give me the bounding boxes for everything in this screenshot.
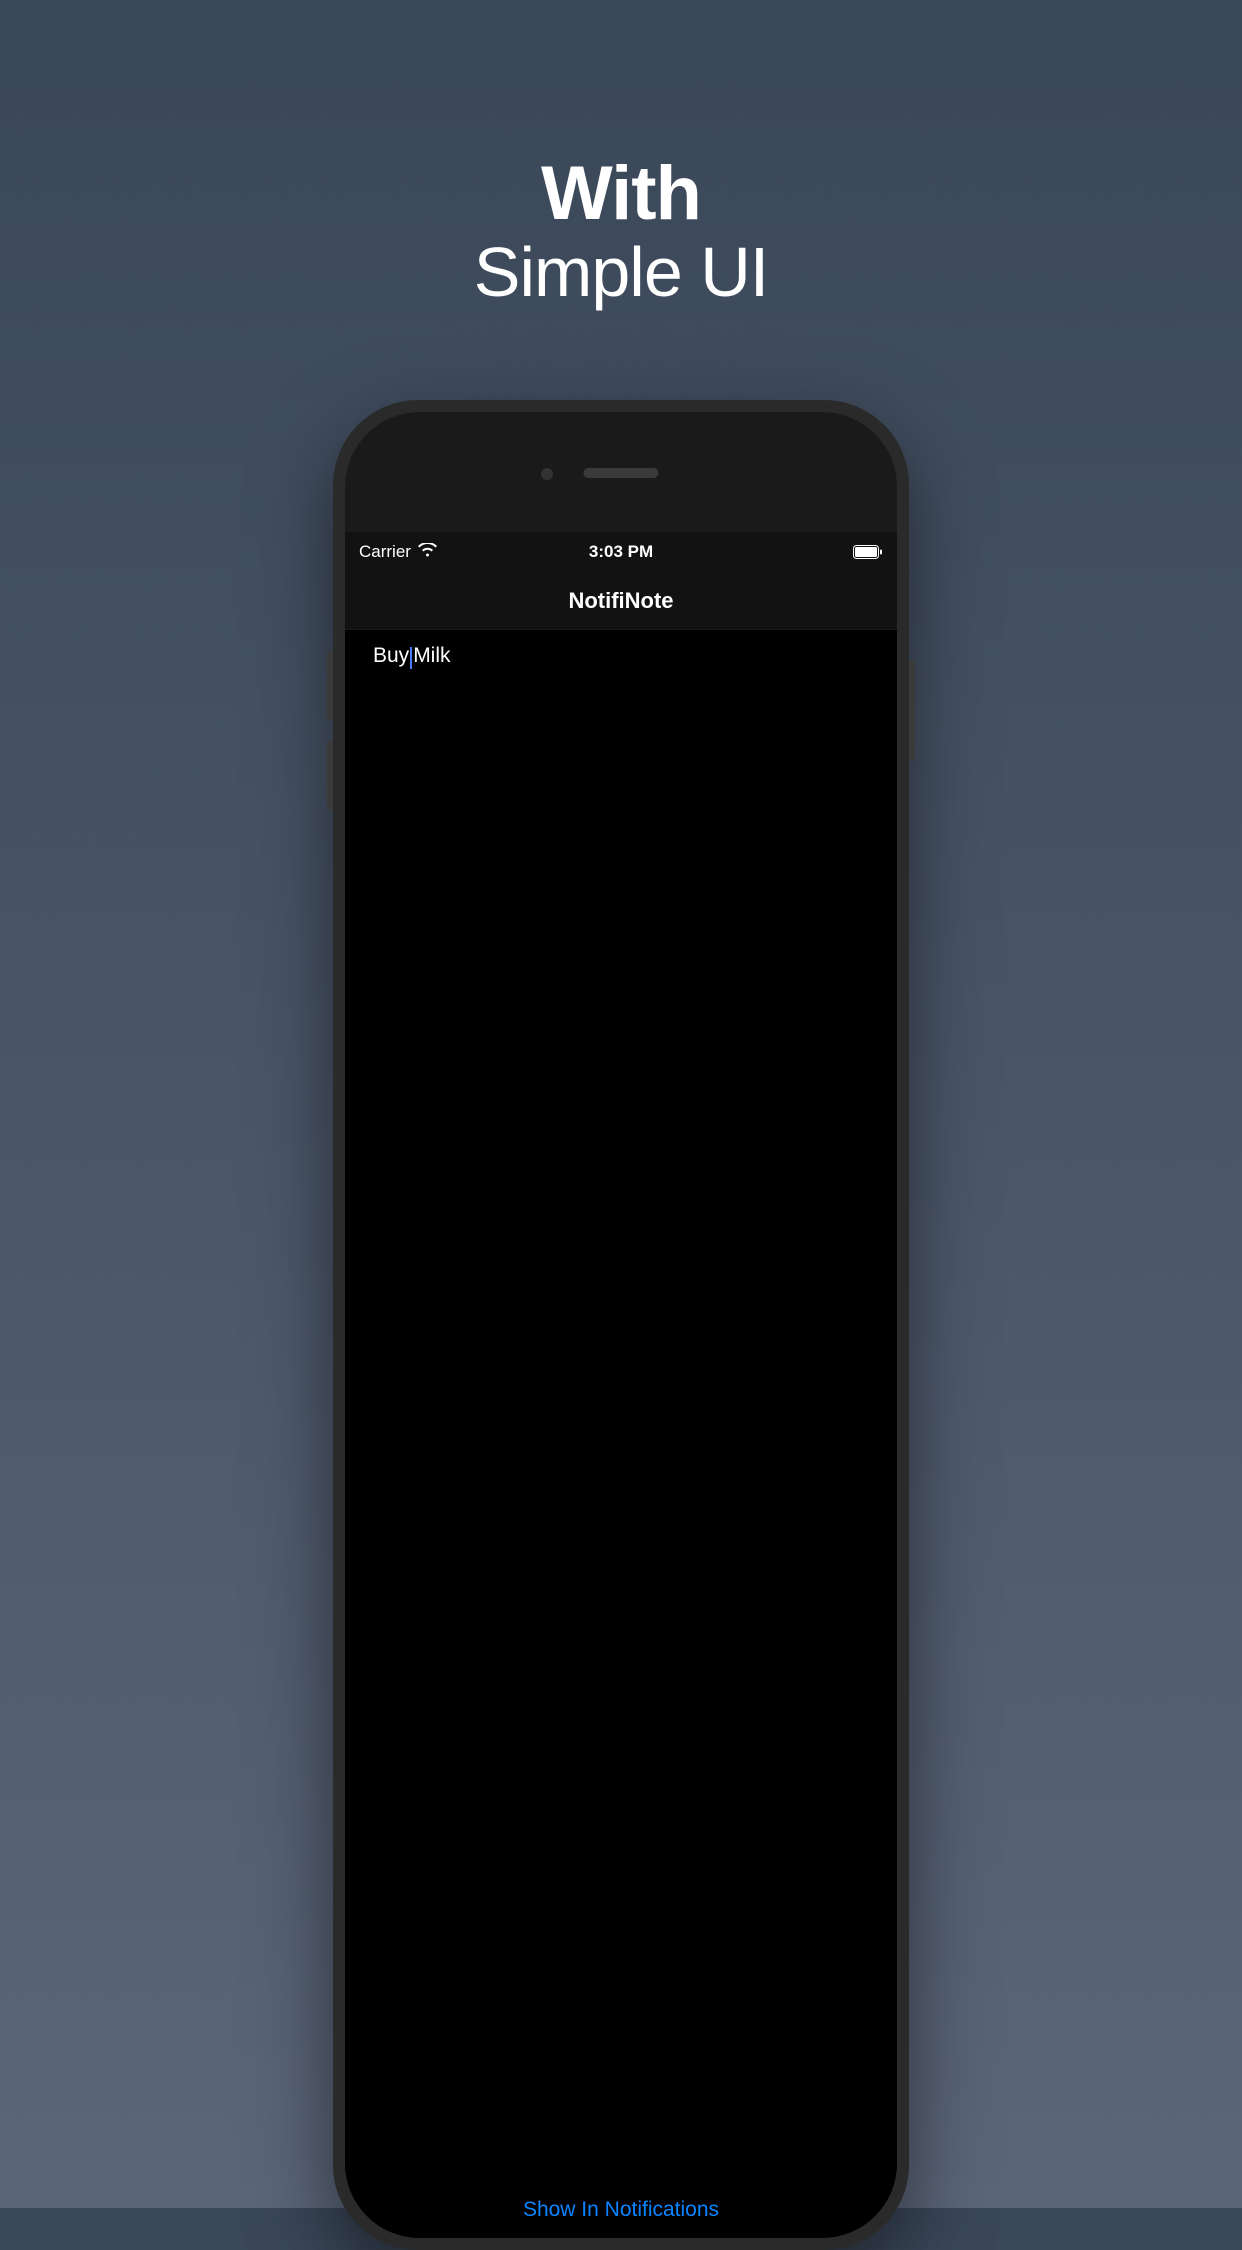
phone-frame: Carrier 3:03 PM	[333, 400, 909, 2250]
status-bar-left: Carrier	[359, 542, 437, 562]
power-button	[909, 660, 915, 760]
note-text-before: Buy	[373, 644, 409, 667]
marketing-subtitle: Simple UI	[474, 232, 768, 312]
carrier-label: Carrier	[359, 542, 411, 562]
navigation-bar: NotifiNote	[345, 572, 897, 630]
phone-speaker	[584, 468, 659, 478]
volume-up-button	[327, 650, 333, 720]
show-in-notifications-button[interactable]: Show In Notifications	[523, 2198, 719, 2222]
marketing-header: With Simple UI	[474, 150, 768, 312]
marketing-title: With	[474, 150, 768, 237]
bottom-toolbar: Show In Notifications	[345, 2182, 897, 2238]
note-text-area[interactable]: BuyMilk	[345, 630, 897, 2182]
phone-inner: Carrier 3:03 PM	[345, 412, 897, 2238]
status-time: 3:03 PM	[589, 542, 653, 562]
nav-title: NotifiNote	[568, 588, 673, 614]
text-cursor	[410, 647, 412, 669]
note-text-after: Milk	[413, 644, 450, 667]
battery-icon	[853, 545, 883, 559]
volume-down-button	[327, 740, 333, 810]
wifi-icon	[418, 542, 437, 562]
app-screen: Carrier 3:03 PM	[345, 532, 897, 2238]
status-bar: Carrier 3:03 PM	[345, 532, 897, 572]
phone-camera	[541, 468, 553, 480]
